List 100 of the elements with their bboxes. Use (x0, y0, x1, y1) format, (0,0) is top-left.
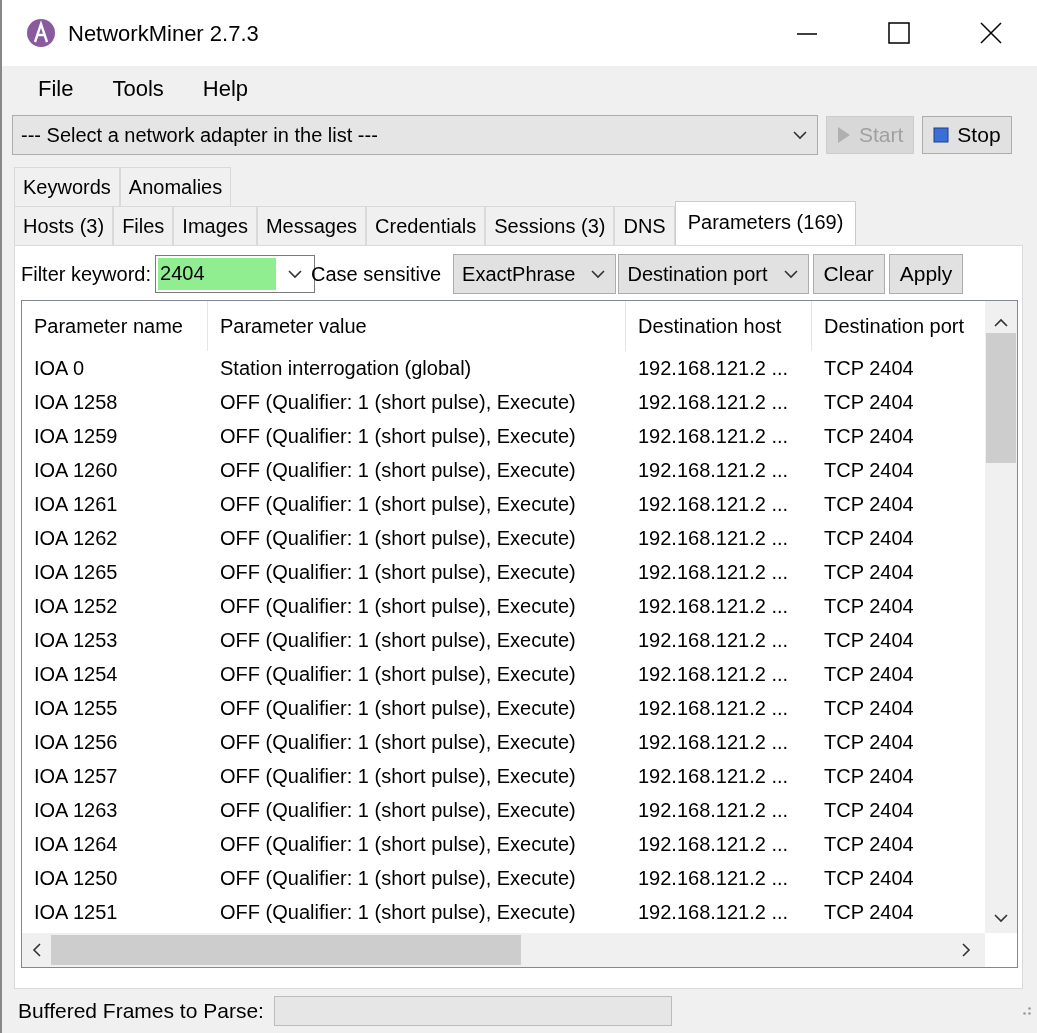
scroll-right-icon (962, 943, 971, 957)
table-cell-text: 192.168.121.2 ... (637, 832, 790, 857)
table-cell-text: TCP 2404 (823, 764, 915, 789)
table-cell-text: TCP 2404 (823, 900, 915, 925)
tab[interactable]: Sessions (3) (485, 206, 615, 245)
table-cell-text: IOA 1250 (33, 866, 119, 891)
scrollbar-thumb[interactable] (986, 333, 1016, 463)
table-cell-text: TCP 2404 (823, 662, 915, 687)
table-cell-text: 192.168.121.2 ... (637, 526, 790, 551)
field-dropdown[interactable]: Destination port (618, 254, 809, 294)
table-cell-text: OFF (Qualifier: 1 (short pulse), Execute) (219, 628, 577, 653)
tab[interactable]: DNS (614, 206, 675, 245)
table-cell-text: 192.168.121.2 ... (637, 764, 790, 789)
adapter-dropdown[interactable]: --- Select a network adapter in the list --- (12, 115, 818, 155)
tab[interactable]: Files (113, 206, 174, 245)
table-cell-text: IOA 1261 (33, 492, 119, 517)
table-cell-text: OFF (Qualifier: 1 (short pulse), Execute) (219, 730, 577, 755)
table-cell-text: 192.168.121.2 ... (637, 696, 790, 721)
table-cell-text: 192.168.121.2 ... (637, 866, 790, 891)
column-header[interactable]: Destination host (626, 301, 812, 351)
scroll-down-icon (992, 911, 1010, 925)
table-cell-text: OFF (Qualifier: 1 (short pulse), Execute) (219, 696, 577, 721)
table-cell-text: 192.168.121.2 ... (637, 492, 790, 517)
menu-item[interactable]: Help (180, 68, 266, 109)
table-cell-text: OFF (Qualifier: 1 (short pulse), Execute) (219, 594, 577, 619)
table-cell-text: TCP 2404 (823, 424, 915, 449)
table-cell-text: 192.168.121.2 ... (637, 594, 790, 619)
scroll-left-icon (32, 943, 41, 957)
table-cell-text: IOA 1253 (33, 628, 119, 653)
tab[interactable]: Hosts (3) (14, 206, 114, 245)
filter-button[interactable]: Clear (812, 254, 885, 294)
table-cell-text: TCP 2404 (823, 390, 915, 415)
menu-item[interactable]: Tools (90, 68, 181, 109)
tab[interactable]: Images (173, 206, 257, 245)
table-cell-text: OFF (Qualifier: 1 (short pulse), Execute) (219, 866, 577, 891)
vertical-scrollbar[interactable] (985, 301, 1017, 933)
table-cell-text: OFF (Qualifier: 1 (short pulse), Execute) (219, 764, 577, 789)
filter-button[interactable]: Apply (888, 254, 964, 294)
table-cell-text: TCP 2404 (823, 458, 915, 483)
table-cell-text: IOA 1264 (33, 832, 119, 857)
table-cell-text: 192.168.121.2 ... (637, 560, 790, 585)
table-cell-text: OFF (Qualifier: 1 (short pulse), Execute) (219, 900, 577, 925)
table-cell-text: TCP 2404 (823, 798, 915, 823)
column-header[interactable]: Parameter name (22, 301, 208, 351)
table-cell-text: TCP 2404 (823, 526, 915, 551)
window-title: NetworkMiner 2.7.3 (68, 19, 259, 48)
resize-grip-icon (1023, 1007, 1031, 1015)
table-cell-text: TCP 2404 (823, 730, 915, 755)
table-cell-text: IOA 1251 (33, 900, 119, 925)
table-cell-text: TCP 2404 (823, 492, 915, 517)
filter-label: Filter keyword: (21, 262, 152, 287)
table-cell-text: OFF (Qualifier: 1 (short pulse), Execute) (219, 390, 577, 415)
table-cell-text: 192.168.121.2 ... (637, 424, 790, 449)
tab[interactable]: Keywords (14, 167, 120, 206)
table-cell-text: OFF (Qualifier: 1 (short pulse), Execute) (219, 424, 577, 449)
table-cell-text: IOA 0 (33, 356, 86, 381)
table-cell-text: OFF (Qualifier: 1 (short pulse), Execute) (219, 560, 577, 585)
table-cell-text: TCP 2404 (823, 832, 915, 857)
table-cell-text: OFF (Qualifier: 1 (short pulse), Execute) (219, 492, 577, 517)
status-label: Buffered Frames to Parse: (18, 998, 264, 1025)
table-cell-text: OFF (Qualifier: 1 (short pulse), Execute) (219, 458, 577, 483)
match-mode-dropdown[interactable]: ExactPhrase (453, 254, 617, 294)
table-cell-text: OFF (Qualifier: 1 (short pulse), Execute) (219, 798, 577, 823)
table-cell-text: TCP 2404 (823, 560, 915, 585)
table-cell-text: IOA 1258 (33, 390, 119, 415)
table-cell-text: IOA 1259 (33, 424, 119, 449)
table-cell-text: TCP 2404 (823, 594, 915, 619)
table-cell-text: 192.168.121.2 ... (637, 730, 790, 755)
table-cell-text: TCP 2404 (823, 696, 915, 721)
menu-item[interactable]: File (16, 68, 91, 109)
table-cell-text: 192.168.121.2 ... (637, 356, 790, 381)
table-cell-text: 192.168.121.2 ... (637, 390, 790, 415)
table-cell-text: 192.168.121.2 ... (637, 900, 790, 925)
play-icon (837, 126, 851, 144)
tab[interactable]: Parameters (169) (674, 201, 857, 245)
table-cell-text: Station interrogation (global) (219, 356, 473, 381)
table-cell-text: IOA 1262 (33, 526, 119, 551)
tab[interactable]: Anomalies (119, 167, 232, 206)
tab[interactable]: Messages (256, 206, 367, 245)
stop-button[interactable]: Stop (922, 116, 1012, 154)
table-cell-text: 192.168.121.2 ... (637, 662, 790, 687)
table-cell-text: IOA 1252 (33, 594, 119, 619)
table-cell-text: IOA 1254 (33, 662, 119, 687)
table-cell-text: TCP 2404 (823, 628, 915, 653)
table-cell-text: 192.168.121.2 ... (637, 458, 790, 483)
table-cell-text: IOA 1260 (33, 458, 119, 483)
scrollbar-thumb[interactable] (51, 935, 521, 965)
table-cell-text: TCP 2404 (823, 866, 915, 891)
tab[interactable]: Credentials (366, 206, 486, 245)
column-header[interactable]: Parameter value (208, 301, 626, 351)
horizontal-scrollbar[interactable] (22, 933, 985, 967)
table-cell-text: IOA 1256 (33, 730, 119, 755)
table-cell-text: IOA 1257 (33, 764, 119, 789)
table-cell-text: IOA 1255 (33, 696, 119, 721)
table-cell-text: IOA 1263 (33, 798, 119, 823)
table-cell-text: IOA 1265 (33, 560, 119, 585)
table-cell-text: OFF (Qualifier: 1 (short pulse), Execute) (219, 526, 577, 551)
table-cell-text: 192.168.121.2 ... (637, 628, 790, 653)
table-cell-text: OFF (Qualifier: 1 (short pulse), Execute) (219, 832, 577, 857)
table-cell-text: OFF (Qualifier: 1 (short pulse), Execute) (219, 662, 577, 687)
